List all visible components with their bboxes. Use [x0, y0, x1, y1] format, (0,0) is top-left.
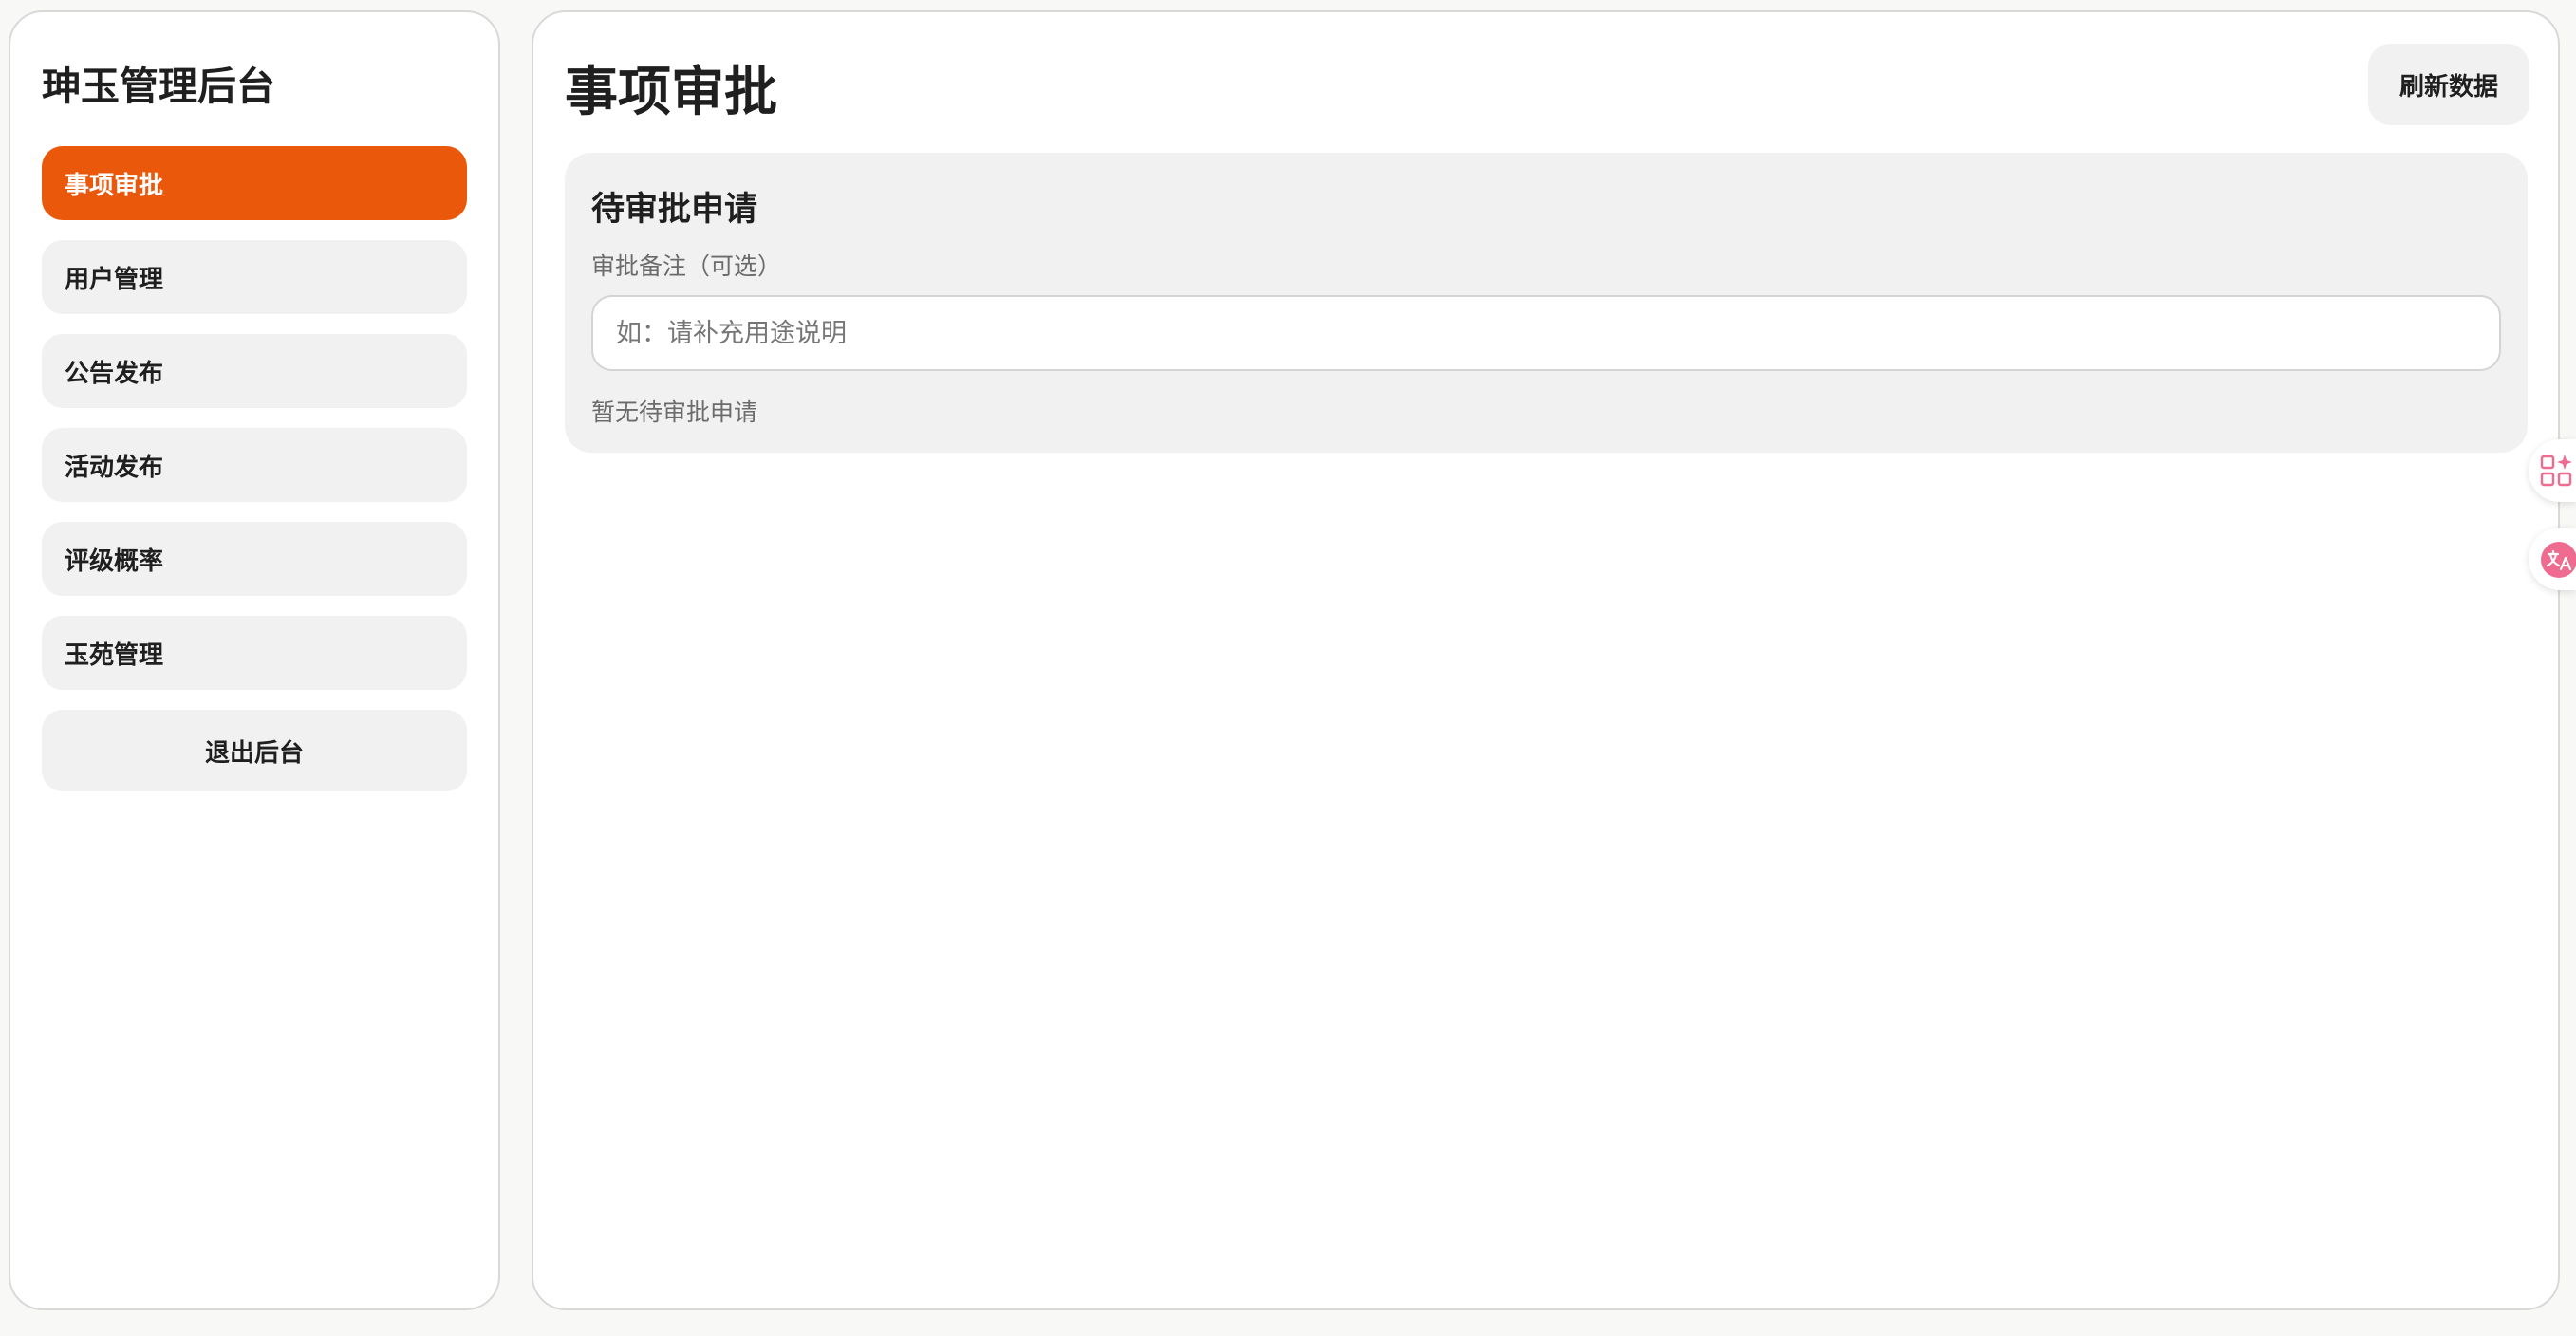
sidebar-item-announcement[interactable]: 公告发布: [42, 334, 467, 408]
sidebar-nav: 事项审批 用户管理 公告发布 活动发布 评级概率 玉苑管理: [42, 146, 467, 690]
sidebar: 珅玉管理后台 事项审批 用户管理 公告发布 活动发布 评级概率 玉苑管理 退出后…: [9, 10, 500, 1310]
sidebar-item-rating-probability[interactable]: 评级概率: [42, 522, 467, 596]
apps-sparkle-icon: [2540, 455, 2572, 487]
logout-button[interactable]: 退出后台: [42, 710, 467, 791]
sidebar-item-activity[interactable]: 活动发布: [42, 428, 467, 502]
sidebar-item-approval[interactable]: 事项审批: [42, 146, 467, 220]
translate-icon: [2541, 542, 2576, 578]
brand-title: 珅玉管理后台: [42, 64, 275, 109]
sidebar-item-jade-garden[interactable]: 玉苑管理: [42, 616, 467, 690]
remark-label: 审批备注（可选）: [591, 252, 782, 280]
main-panel: 事项审批 刷新数据 待审批申请 审批备注（可选） 暂无待审批申请: [532, 10, 2560, 1310]
card-title: 待审批申请: [591, 191, 758, 229]
sidebar-item-user-management[interactable]: 用户管理: [42, 240, 467, 314]
page-title: 事项审批: [565, 62, 777, 123]
empty-state-text: 暂无待审批申请: [591, 399, 758, 426]
refresh-button[interactable]: 刷新数据: [2368, 44, 2529, 125]
remark-input[interactable]: [591, 295, 2501, 371]
pending-approvals-card: 待审批申请 审批备注（可选） 暂无待审批申请: [565, 153, 2528, 453]
admin-app: 珅玉管理后台 事项审批 用户管理 公告发布 活动发布 评级概率 玉苑管理 退出后…: [0, 0, 2576, 1336]
